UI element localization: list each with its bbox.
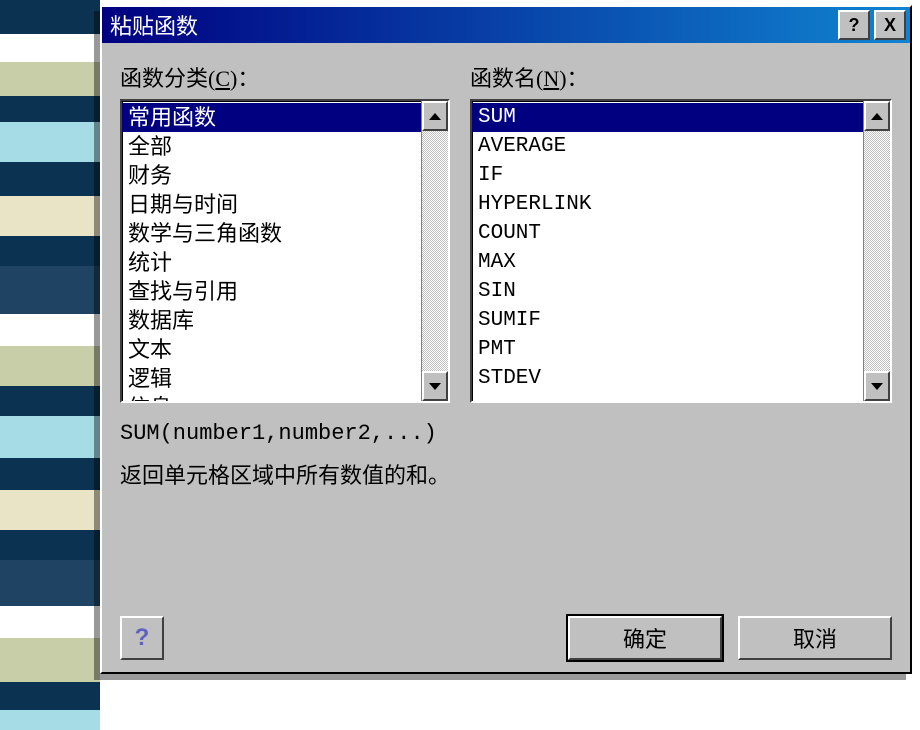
list-item[interactable]: MAX	[472, 248, 863, 277]
titlebar[interactable]: 粘贴函数 ? X	[102, 7, 910, 43]
list-item[interactable]: 文本	[122, 335, 421, 364]
list-item[interactable]: IF	[472, 161, 863, 190]
arrow-down-icon	[871, 383, 883, 390]
list-item[interactable]: PMT	[472, 335, 863, 364]
list-item[interactable]: 信息	[122, 393, 421, 401]
list-item[interactable]: COUNT	[472, 219, 863, 248]
list-item[interactable]: SUMIF	[472, 306, 863, 335]
list-item[interactable]: SUM	[472, 103, 863, 132]
arrow-down-icon	[429, 383, 441, 390]
arrow-up-icon	[429, 113, 441, 120]
category-label: 函数分类(C)：	[120, 61, 450, 93]
list-item[interactable]: 查找与引用	[122, 277, 421, 306]
titlebar-title: 粘贴函数	[110, 9, 834, 41]
list-item[interactable]: AVERAGE	[472, 132, 863, 161]
scroll-down-button[interactable]	[422, 371, 448, 401]
cancel-button[interactable]: 取消	[738, 616, 892, 660]
function-scrollbar[interactable]	[863, 101, 890, 401]
list-item[interactable]: 财务	[122, 161, 421, 190]
scroll-down-button[interactable]	[864, 371, 890, 401]
list-item[interactable]: 数据库	[122, 306, 421, 335]
titlebar-help-button[interactable]: ?	[838, 10, 870, 40]
list-item[interactable]: 日期与时间	[122, 190, 421, 219]
category-scrollbar[interactable]	[421, 101, 448, 401]
help-button[interactable]: ?	[120, 616, 164, 660]
paste-function-dialog: 粘贴函数 ? X 函数分类(C)： 常用函数全部财务日期与时间数学与三角函数统计…	[100, 5, 912, 674]
list-item[interactable]: 数学与三角函数	[122, 219, 421, 248]
arrow-up-icon	[871, 113, 883, 120]
function-description: 返回单元格区域中所有数值的和。	[120, 458, 892, 490]
titlebar-close-button[interactable]: X	[874, 10, 906, 40]
category-listbox[interactable]: 常用函数全部财务日期与时间数学与三角函数统计查找与引用数据库文本逻辑信息	[120, 99, 450, 403]
list-item[interactable]: 常用函数	[122, 103, 421, 132]
function-listbox[interactable]: SUMAVERAGEIFHYPERLINKCOUNTMAXSINSUMIFPMT…	[470, 99, 892, 403]
scroll-up-button[interactable]	[422, 101, 448, 131]
ok-button[interactable]: 确定	[568, 616, 722, 660]
list-item[interactable]: 统计	[122, 248, 421, 277]
scroll-track[interactable]	[422, 131, 448, 371]
list-item[interactable]: STDEV	[472, 364, 863, 393]
scroll-track[interactable]	[864, 131, 890, 371]
list-item[interactable]: HYPERLINK	[472, 190, 863, 219]
list-item[interactable]: 逻辑	[122, 364, 421, 393]
list-item[interactable]: SIN	[472, 277, 863, 306]
list-item[interactable]: 全部	[122, 132, 421, 161]
function-name-label: 函数名(N)：	[470, 61, 892, 93]
function-syntax: SUM(number1,number2,...)	[120, 421, 892, 446]
scroll-up-button[interactable]	[864, 101, 890, 131]
